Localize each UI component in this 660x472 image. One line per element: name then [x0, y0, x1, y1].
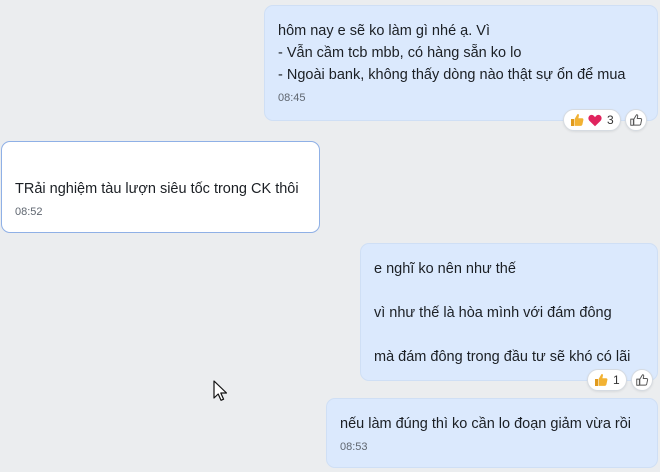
message-text-line: - Vẫn cầm tcb mbb, có hàng sẵn ko lo [278, 45, 522, 61]
reaction-summary-pill[interactable]: 1 [587, 369, 627, 391]
message-timestamp: 08:45 [278, 92, 306, 104]
message-timestamp: 08:53 [340, 441, 368, 453]
message-bubble-incoming[interactable]: TRải nghiệm tàu lượn siêu tốc trong CK t… [1, 141, 320, 233]
message-bubble-outgoing[interactable]: nếu làm đúng thì ko cần lo đoạn giảm vừa… [326, 398, 658, 468]
message-reactions: 1 [587, 369, 653, 391]
thumbs-up-outline-icon [635, 374, 648, 386]
message-bubble-outgoing[interactable]: e nghĩ ko nên như thế vì như thế là hòa … [360, 243, 658, 381]
thumbs-up-outline-icon [629, 114, 642, 126]
thumbs-up-icon [595, 373, 608, 386]
reaction-summary-pill[interactable]: 3 [563, 109, 621, 131]
reaction-count: 1 [613, 373, 620, 387]
message-text-line: nếu làm đúng thì ko cần lo đoạn giảm vừa… [340, 416, 632, 432]
message-text-line: - Ngoài bank, không thấy dòng nào thật s… [278, 67, 626, 83]
message-text-line: e nghĩ ko nên như thế [374, 261, 516, 277]
message-timestamp: 08:52 [15, 206, 43, 218]
thumbs-up-icon [571, 113, 584, 126]
message-bubble-outgoing[interactable]: hôm nay e sẽ ko làm gì nhé ạ. Vì - Vẫn c… [264, 5, 658, 121]
message-text-line: vì như thế là hòa mình với đám đông [374, 305, 612, 321]
message-text-line: mà đám đông trong đầu tư sẽ khó có lãi [374, 349, 631, 365]
like-button[interactable] [630, 369, 653, 391]
like-button[interactable] [624, 109, 647, 131]
message-text-line: hôm nay e sẽ ko làm gì nhé ạ. Vì [278, 23, 490, 39]
message-text-line: TRải nghiệm tàu lượn siêu tốc trong CK t… [15, 181, 299, 197]
message-reactions: 3 [563, 109, 647, 131]
heart-icon [588, 114, 602, 127]
reaction-count: 3 [607, 113, 614, 127]
mouse-cursor-icon [213, 380, 227, 401]
